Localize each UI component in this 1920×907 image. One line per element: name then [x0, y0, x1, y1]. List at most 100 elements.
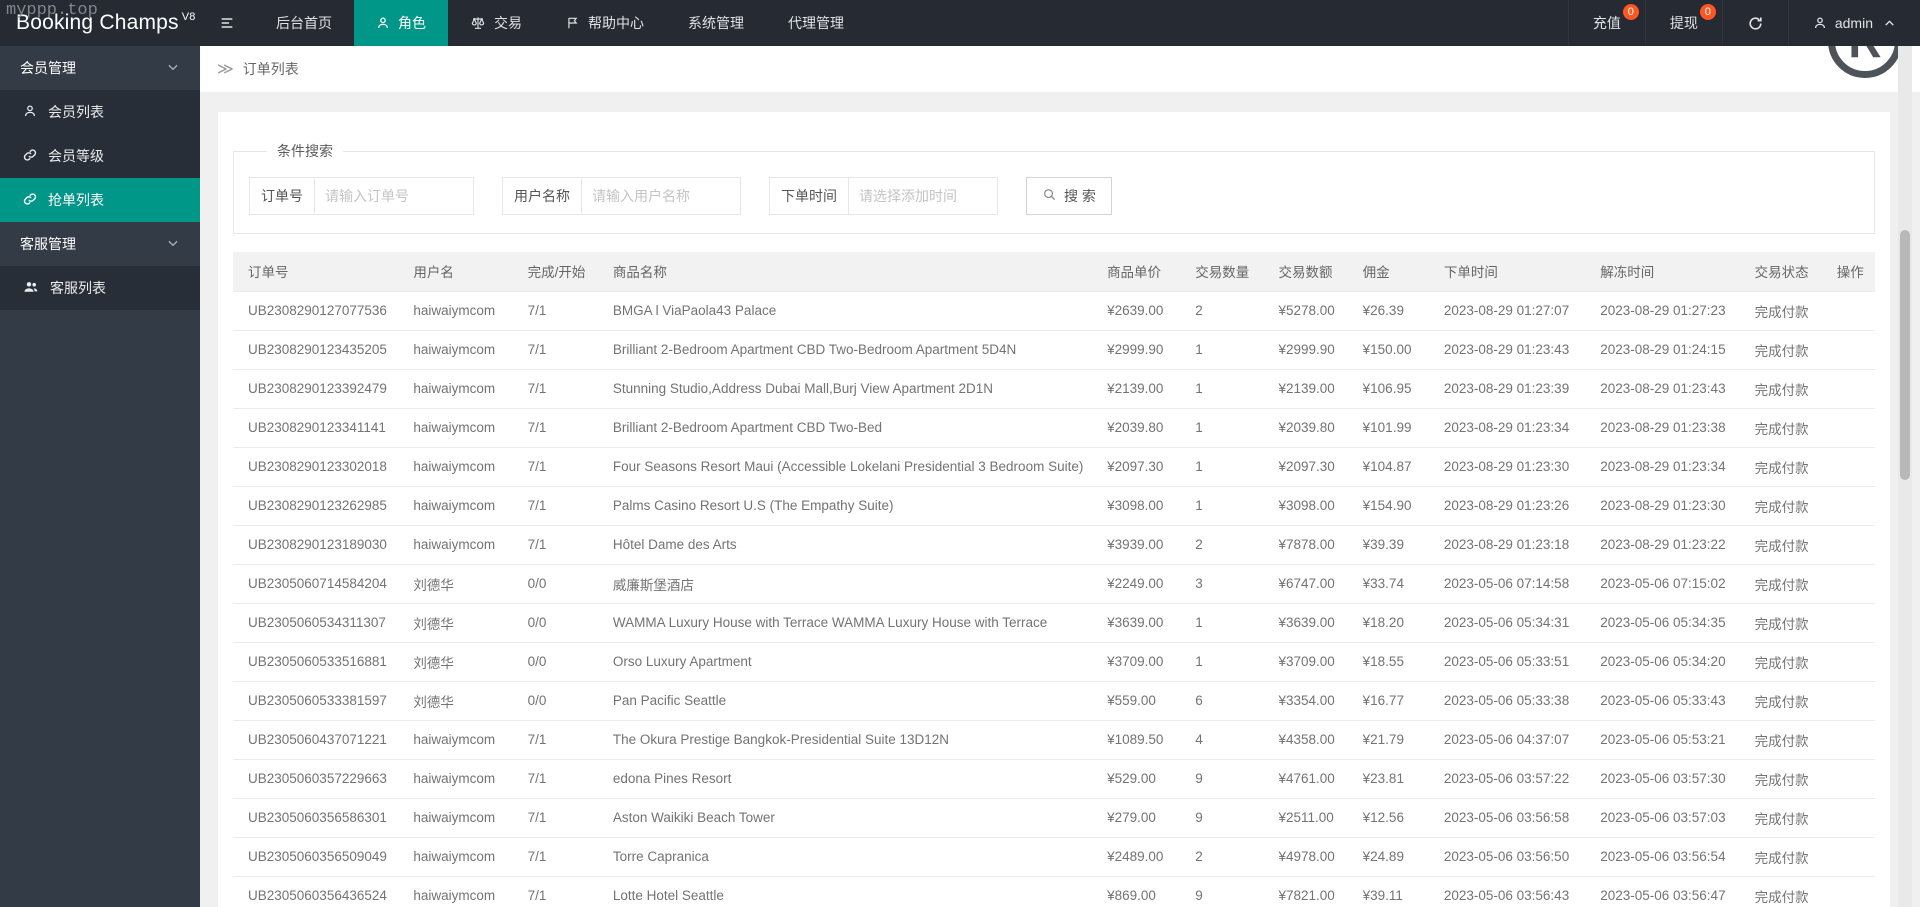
cell-unit-price: ¥1089.50 [1092, 719, 1181, 759]
cell-username: 刘德华 [398, 680, 513, 720]
column-header-action: 操作 [1821, 252, 1875, 291]
cell-product: The Okura Prestige Bangkok-Presidential … [597, 719, 1093, 759]
cell-order-time: 2023-05-06 03:56:58 [1428, 797, 1586, 837]
cell-order-no: UB2305060356436524 [233, 875, 399, 907]
order-table: 订单号 用户名 完成/开始 商品名称 商品单价 交易数量 交易数额 佣金 下单时… [233, 252, 1875, 907]
cell-commission: ¥104.87 [1347, 446, 1429, 486]
page: Booking Champs V8 后台首页 角色 交易 帮助中心 系统管理 代… [0, 0, 1920, 907]
column-header-commission: 佣金 [1347, 252, 1429, 291]
cell-progress: 7/1 [512, 758, 598, 798]
cell-commission: ¥154.90 [1347, 485, 1429, 525]
breadcrumb-current: 订单列表 [242, 61, 299, 77]
cell-order-time: 2023-08-29 01:23:43 [1428, 329, 1586, 369]
withdraw-button[interactable]: 提现 0 [1644, 0, 1722, 46]
cell-status: 完成付款 [1739, 290, 1822, 330]
cell-order-no: UB2305060437071221 [233, 719, 399, 759]
cell-unfreeze-time: 2023-08-29 01:24:15 [1585, 329, 1740, 369]
nav-item-agent[interactable]: 代理管理 [766, 0, 866, 46]
sidebar-item-service-list[interactable]: 客服列表 [0, 266, 200, 310]
cell-unit-price: ¥869.00 [1092, 875, 1181, 907]
nav-item-trade[interactable]: 交易 [448, 0, 544, 46]
cell-progress: 7/1 [512, 524, 598, 564]
username-field-group: 用户名称 [502, 177, 741, 215]
sidebar-item-label: 会员列表 [48, 104, 104, 120]
search-panel-legend: 条件搜索 [277, 143, 333, 159]
cell-amount: ¥4761.00 [1263, 758, 1348, 798]
cell-status: 完成付款 [1739, 446, 1822, 486]
cell-status: 完成付款 [1739, 641, 1822, 681]
refresh-icon [1747, 15, 1764, 32]
table-row: UB2305060357229663 haiwaiymcom 7/1 edona Pi… [233, 758, 1875, 798]
nav-item-role[interactable]: 角色 [354, 0, 448, 46]
cell-action [1821, 797, 1875, 837]
sidebar-group-service-management[interactable]: 客服管理 [0, 222, 200, 266]
username-label: admin [1834, 15, 1873, 31]
cell-progress: 7/1 [512, 875, 598, 907]
cell-order-no: UB2305060534311307 [233, 602, 399, 642]
table-row: UB2308290123392479 haiwaiymcom 7/1 Stunning… [233, 368, 1875, 408]
column-header-product: 商品名称 [597, 252, 1093, 291]
nav-item-help[interactable]: 帮助中心 [544, 0, 666, 46]
cell-quantity: 9 [1180, 758, 1264, 798]
cell-order-time: 2023-08-29 01:23:26 [1428, 485, 1586, 525]
cell-commission: ¥23.81 [1347, 758, 1429, 798]
cell-status: 完成付款 [1739, 485, 1822, 525]
sidebar: 会员管理 会员列表 会员等级 抢单列表 客服管理 客服列表 [0, 46, 200, 907]
table-row: UB2308290123189030 haiwaiymcom 7/1 Hôtel Da… [233, 524, 1875, 564]
cell-order-time: 2023-05-06 04:37:07 [1428, 719, 1586, 759]
sidebar-submenu-member: 会员列表 会员等级 抢单列表 [0, 90, 200, 222]
column-header-amount: 交易数额 [1263, 252, 1348, 291]
order-time-input[interactable] [849, 178, 997, 214]
table-row: UB2305060437071221 haiwaiymcom 7/1 The Okur… [233, 719, 1875, 759]
column-header-username: 用户名 [398, 252, 513, 291]
table-row: UB2308290123341141 haiwaiymcom 7/1 Brillian… [233, 407, 1875, 447]
cell-quantity: 1 [1180, 446, 1264, 486]
sidebar-item-member-level[interactable]: 会员等级 [0, 134, 200, 178]
order-no-input[interactable] [315, 178, 473, 214]
search-icon [1042, 187, 1057, 205]
table-row: UB2308290123302018 haiwaiymcom 7/1 Four Sea… [233, 446, 1875, 486]
order-no-field-label: 订单号 [250, 178, 315, 214]
cell-product: edona Pines Resort [597, 758, 1093, 798]
watermark-site: myppp.top [6, 1, 98, 20]
cell-quantity: 2 [1180, 524, 1264, 564]
sidebar-group-member-management[interactable]: 会员管理 [0, 46, 200, 90]
cell-quantity: 1 [1180, 641, 1264, 681]
recharge-button[interactable]: 充值 0 [1567, 0, 1645, 46]
cell-order-time: 2023-08-29 01:23:34 [1428, 407, 1586, 447]
cell-commission: ¥21.79 [1347, 719, 1429, 759]
cell-username: haiwaiymcom [398, 797, 513, 837]
cell-username: 刘德华 [398, 602, 513, 642]
user-menu[interactable]: admin [1787, 0, 1920, 46]
cell-product: Stunning Studio,Address Dubai Mall,Burj … [597, 368, 1093, 408]
cell-action [1821, 524, 1875, 564]
page-scrollbar[interactable] [1898, 46, 1912, 907]
scrollbar-thumb[interactable] [1900, 230, 1910, 480]
cell-order-time: 2023-08-29 01:23:18 [1428, 524, 1586, 564]
cell-amount: ¥6747.00 [1263, 563, 1348, 603]
cell-progress: 7/1 [512, 407, 598, 447]
cell-product: Palms Casino Resort U.S (The Empathy Sui… [597, 485, 1093, 525]
cell-order-time: 2023-08-29 01:27:07 [1428, 290, 1586, 330]
cell-progress: 0/0 [512, 641, 598, 681]
nav-item-dashboard[interactable]: 后台首页 [254, 0, 354, 46]
nav-item-label: 代理管理 [788, 15, 844, 31]
cell-progress: 7/1 [512, 446, 598, 486]
username-input[interactable] [582, 178, 740, 214]
cell-quantity: 9 [1180, 875, 1264, 907]
search-button[interactable]: 搜 索 [1026, 177, 1112, 215]
navbar-right: 充值 0 提现 0 admin [1567, 0, 1920, 46]
main-area: ≫ 订单列表 条件搜索 订单号 用户名称 [200, 46, 1920, 907]
sidebar-item-member-list[interactable]: 会员列表 [0, 90, 200, 134]
table-row: UB2305060356586301 haiwaiymcom 7/1 Aston Wa… [233, 797, 1875, 837]
sidebar-item-order-grab-list[interactable]: 抢单列表 [0, 178, 200, 222]
cell-commission: ¥106.95 [1347, 368, 1429, 408]
sidebar-toggle-button[interactable] [200, 0, 254, 46]
cell-unfreeze-time: 2023-08-29 01:27:23 [1585, 290, 1740, 330]
nav-item-system[interactable]: 系统管理 [666, 0, 766, 46]
cell-progress: 0/0 [512, 680, 598, 720]
column-header-unit-price: 商品单价 [1092, 252, 1181, 291]
cell-amount: ¥7821.00 [1263, 875, 1348, 907]
cell-quantity: 3 [1180, 563, 1264, 603]
refresh-button[interactable] [1721, 0, 1788, 46]
